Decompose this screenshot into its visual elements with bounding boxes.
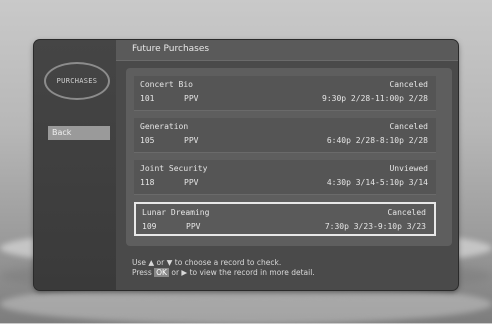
record-program: Lunar Dreaming (142, 208, 210, 217)
record-program: Joint Security (140, 164, 208, 173)
record-status: Canceled (389, 80, 428, 89)
record-time: 9:30p 2/28-11:00p 2/28 (322, 94, 428, 103)
background-wave (0, 284, 492, 324)
record-service: PPV (186, 222, 201, 231)
record-channel: 105 (140, 136, 155, 145)
record-row[interactable]: Concert Bio Canceled 101 PPV 9:30p 2/28-… (134, 76, 436, 111)
back-button[interactable]: Back (48, 126, 110, 140)
record-service: PPV (184, 178, 199, 187)
ok-key-icon: OK (154, 268, 169, 277)
record-time: 4:30p 3/14-5:10p 3/14 (326, 178, 428, 187)
record-channel: 101 (140, 94, 155, 103)
help-press: Press (132, 268, 152, 277)
record-status: Canceled (389, 122, 428, 131)
record-status: Unviewed (389, 164, 428, 173)
page-title: Future Purchases (132, 44, 210, 54)
record-program: Concert Bio (140, 80, 193, 89)
main-panel: Future Purchases Concert Bio Canceled 10… (116, 40, 458, 290)
help-detail: or ▶ to view the record in more detail. (171, 268, 315, 277)
purchases-window: PURCHASES Back Future Purchases Concert … (34, 40, 458, 290)
record-row-selected[interactable]: Lunar Dreaming Canceled 109 PPV 7:30p 3/… (134, 202, 436, 236)
record-row[interactable]: Generation Canceled 105 PPV 6:40p 2/28-8… (134, 118, 436, 153)
record-channel: 109 (142, 222, 157, 231)
record-list: Concert Bio Canceled 101 PPV 9:30p 2/28-… (126, 68, 452, 246)
record-channel: 118 (140, 178, 155, 187)
record-row[interactable]: Joint Security Unviewed 118 PPV 4:30p 3/… (134, 160, 436, 195)
purchases-logo-text: PURCHASES (56, 77, 98, 85)
record-time: 6:40p 2/28-8:10p 2/28 (326, 136, 428, 145)
record-program: Generation (140, 122, 189, 131)
help-line-1: Use ▲ or ▼ to choose a record to check. (132, 258, 282, 267)
help-line-2: Press OK or ▶ to view the record in more… (132, 268, 315, 278)
record-service: PPV (184, 136, 199, 145)
record-status: Canceled (387, 208, 426, 217)
record-time: 7:30p 3/23-9:10p 3/23 (324, 222, 426, 231)
sidebar: PURCHASES Back (34, 40, 116, 290)
title-bar: Future Purchases (116, 40, 458, 61)
help-text: Use ▲ or ▼ to choose a record to check. … (132, 258, 315, 278)
record-service: PPV (184, 94, 199, 103)
purchases-logo: PURCHASES (44, 62, 110, 100)
